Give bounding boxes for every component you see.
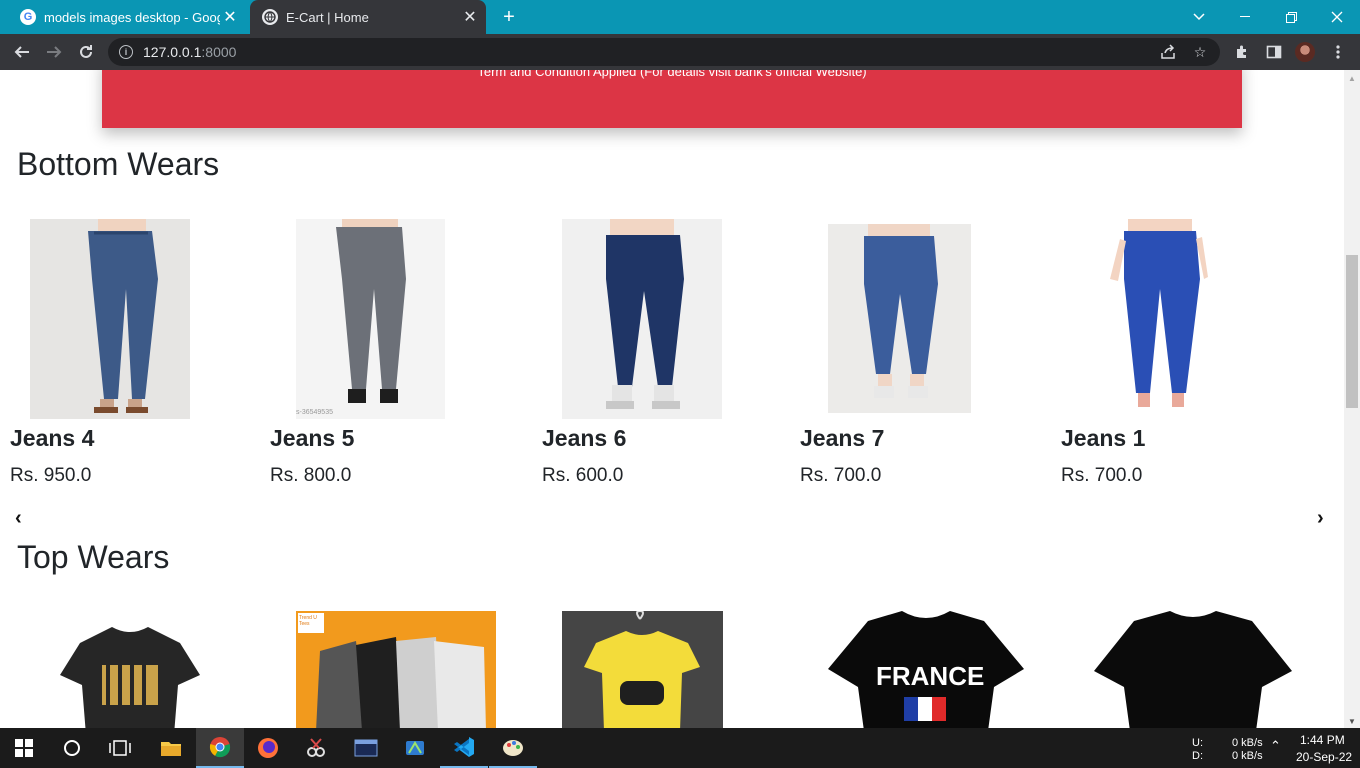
extensions-puzzle-icon[interactable] (1230, 40, 1254, 64)
product-image[interactable] (828, 224, 971, 413)
reload-icon[interactable] (74, 40, 98, 64)
product-image[interactable]: FRANCE (828, 611, 1024, 728)
net-upload-speed: 0 kB/s (1232, 737, 1263, 749)
product-name[interactable]: Jeans 7 (800, 425, 1000, 452)
product-name[interactable]: Jeans 6 (542, 425, 742, 452)
back-arrow-icon[interactable] (10, 40, 34, 64)
clock-date[interactable]: 20-Sep-22 (1296, 750, 1352, 764)
url-text: 127.0.0.1:8000 (143, 44, 237, 60)
product-price: Rs. 600.0 (542, 465, 624, 486)
file-explorer-icon[interactable] (147, 728, 195, 768)
tab-search-chevron-icon[interactable] (1176, 0, 1222, 34)
share-icon[interactable] (1158, 42, 1178, 62)
product-image[interactable]: Trend U Tees (296, 611, 496, 728)
product-price: Rs. 700.0 (1061, 465, 1143, 486)
tab-title: models images desktop - Google (44, 9, 220, 25)
browser-toolbar: i 127.0.0.1:8000 ☆ (0, 34, 1360, 70)
product-image[interactable]: s-36549535 (296, 219, 445, 419)
product-price: Rs. 950.0 (10, 465, 92, 486)
carousel-next-button[interactable]: › (1317, 507, 1324, 530)
offer-banner: Term and Condition Applied (For details … (102, 70, 1242, 128)
vscode-icon[interactable] (440, 728, 488, 768)
scroll-up-arrow-icon[interactable]: ▲ (1348, 74, 1356, 83)
search-circle-icon[interactable] (48, 728, 96, 768)
image-caption-code: s-36549535 (296, 409, 333, 416)
section-title-bottom-wears: Bottom Wears (17, 146, 220, 182)
snipping-tool-icon[interactable] (292, 728, 340, 768)
page-scrollbar[interactable]: ▲ ▼ (1344, 70, 1360, 728)
page-viewport: Term and Condition Applied (For details … (0, 70, 1344, 728)
google-icon: G (20, 9, 36, 25)
firefox-icon[interactable] (244, 728, 292, 768)
close-icon[interactable]: ✕ (220, 7, 240, 27)
scrollbar-thumb[interactable] (1346, 255, 1358, 408)
product-image[interactable] (562, 611, 723, 728)
product-image[interactable] (1094, 611, 1292, 728)
product-name[interactable]: Jeans 1 (1061, 425, 1261, 452)
restore-button[interactable] (1268, 0, 1314, 34)
task-view-icon[interactable] (96, 728, 144, 768)
product-price: Rs. 700.0 (800, 465, 882, 486)
image-logo-text: Trend U Tees (299, 615, 317, 627)
side-panel-icon[interactable] (1262, 40, 1286, 64)
clock-time[interactable]: 1:44 PM (1300, 733, 1345, 747)
chrome-icon[interactable] (196, 728, 244, 768)
tab-ecart-home[interactable]: E-Cart | Home ✕ (250, 0, 486, 34)
info-icon[interactable]: i (119, 45, 133, 59)
tab-title: E-Cart | Home (286, 9, 369, 25)
close-window-button[interactable] (1314, 0, 1360, 34)
new-tab-button[interactable]: + (498, 5, 520, 29)
forward-arrow-icon[interactable] (42, 40, 66, 64)
net-download-speed: 0 kB/s (1232, 750, 1263, 762)
scroll-down-arrow-icon[interactable]: ▼ (1348, 717, 1356, 726)
tray-chevron-up-icon[interactable]: ⌃ (1270, 738, 1281, 754)
product-image[interactable] (562, 219, 722, 419)
minimize-button[interactable] (1222, 0, 1268, 34)
product-name[interactable]: Jeans 4 (10, 425, 210, 452)
globe-icon (262, 9, 278, 25)
product-image[interactable] (50, 615, 210, 728)
mysql-workbench-icon[interactable] (391, 728, 439, 768)
product-name[interactable]: Jeans 5 (270, 425, 470, 452)
banner-text: Term and Condition Applied (For details … (477, 70, 867, 79)
star-bookmark-icon[interactable]: ☆ (1190, 42, 1210, 62)
carousel-prev-button[interactable]: ‹ (15, 507, 22, 530)
product-image[interactable] (30, 219, 190, 419)
browser-tab-strip: G models images desktop - Google ✕ E-Car… (0, 0, 1360, 34)
kebab-menu-icon[interactable] (1326, 40, 1350, 64)
net-upload-label: U: (1192, 737, 1203, 749)
image-print-text: FRANCE (876, 661, 985, 691)
paint-icon[interactable] (489, 728, 537, 768)
close-icon[interactable]: ✕ (460, 7, 480, 27)
app-window-icon[interactable] (342, 728, 390, 768)
tab-google-search[interactable]: G models images desktop - Google ✕ (8, 0, 246, 34)
windows-taskbar: U: D: 0 kB/s 0 kB/s ⌃ 1:44 PM 20-Sep-22 (0, 728, 1360, 768)
address-bar[interactable]: i 127.0.0.1:8000 ☆ (108, 38, 1220, 66)
product-price: Rs. 800.0 (270, 465, 352, 486)
section-title-top-wears: Top Wears (17, 539, 170, 575)
windows-start-icon[interactable] (0, 728, 48, 768)
net-download-label: D: (1192, 750, 1203, 762)
product-image[interactable] (1104, 219, 1216, 419)
profile-avatar[interactable] (1295, 42, 1315, 62)
